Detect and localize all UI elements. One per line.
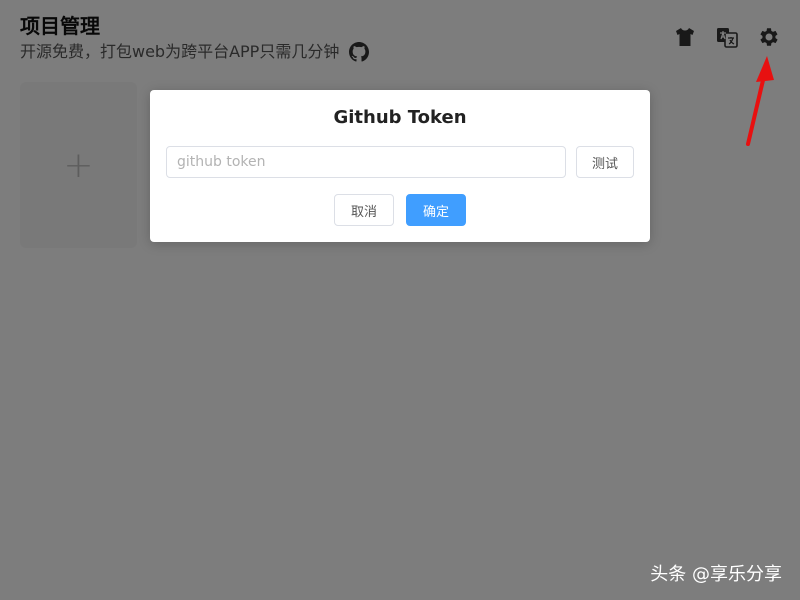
github-token-dialog: Github Token 测试 取消 确定 (150, 90, 650, 242)
watermark: 头条 @享乐分享 (650, 564, 782, 585)
test-button[interactable]: 测试 (576, 146, 634, 178)
confirm-button[interactable]: 确定 (406, 194, 466, 226)
cancel-button[interactable]: 取消 (334, 194, 394, 226)
annotation-arrow-icon (746, 56, 774, 146)
dialog-title: Github Token (333, 107, 467, 128)
github-token-input[interactable] (166, 146, 566, 178)
